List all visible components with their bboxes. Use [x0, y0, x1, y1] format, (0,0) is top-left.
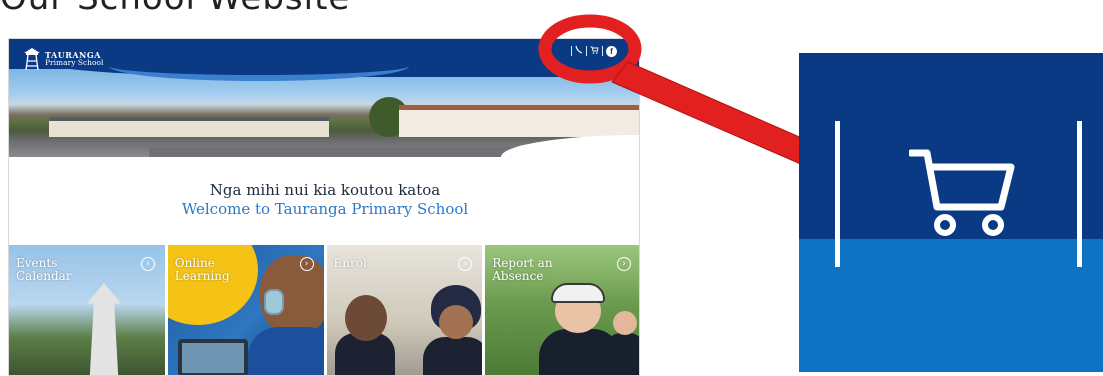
- divider: [602, 46, 603, 56]
- cart-icon[interactable]: [907, 147, 1019, 241]
- header-swoosh: [109, 51, 409, 81]
- tile-label: Enrol: [333, 256, 367, 270]
- divider-right: [1077, 121, 1082, 267]
- phone-icon[interactable]: [575, 45, 583, 57]
- website-screenshot: TAURANGA Primary School f Nga mihi nui k…: [8, 38, 640, 376]
- zoomed-cart-inset: [799, 53, 1103, 372]
- slide-title: Our School Website: [0, 0, 350, 18]
- headphones-photo: [263, 289, 284, 315]
- bell-tower-icon: [23, 47, 41, 71]
- bell-tower-photo: [87, 283, 121, 375]
- tile-label: Online Learning: [174, 256, 230, 283]
- utility-bar: f: [571, 43, 617, 59]
- site-header: TAURANGA Primary School f: [9, 39, 639, 157]
- arrow-circle-icon[interactable]: ›: [458, 257, 473, 271]
- arrow-circle-icon[interactable]: ›: [140, 257, 155, 271]
- logo-subtitle: Primary School: [45, 58, 104, 68]
- tile-label: Events Calendar: [16, 256, 72, 283]
- divider: [571, 46, 572, 56]
- tablet-photo: [177, 339, 248, 375]
- tile-report-absence[interactable]: Report an Absence ›: [485, 245, 639, 375]
- tile-events-calendar[interactable]: Events Calendar ›: [9, 245, 165, 375]
- welcome-greeting: Nga mihi nui kia koutou katoa: [209, 181, 441, 199]
- helmet-photo: [551, 283, 606, 303]
- welcome-message: Nga mihi nui kia koutou katoa Welcome to…: [9, 181, 639, 218]
- tile-online-learning[interactable]: Online Learning ›: [167, 245, 324, 375]
- arrow-circle-icon[interactable]: ›: [299, 257, 314, 271]
- facebook-icon[interactable]: f: [606, 45, 617, 57]
- divider-left: [835, 121, 840, 267]
- tile-enrol[interactable]: Enrol ›: [326, 245, 483, 375]
- quick-links: Events Calendar › Online Learning › Enro…: [9, 245, 639, 375]
- tile-label: Report an Absence: [492, 256, 553, 283]
- divider: [586, 46, 587, 56]
- school-logo[interactable]: TAURANGA Primary School: [23, 47, 103, 71]
- cart-icon[interactable]: [590, 46, 599, 57]
- arrow-circle-icon[interactable]: ›: [617, 257, 631, 271]
- welcome-heading: Welcome to Tauranga Primary School: [181, 200, 469, 218]
